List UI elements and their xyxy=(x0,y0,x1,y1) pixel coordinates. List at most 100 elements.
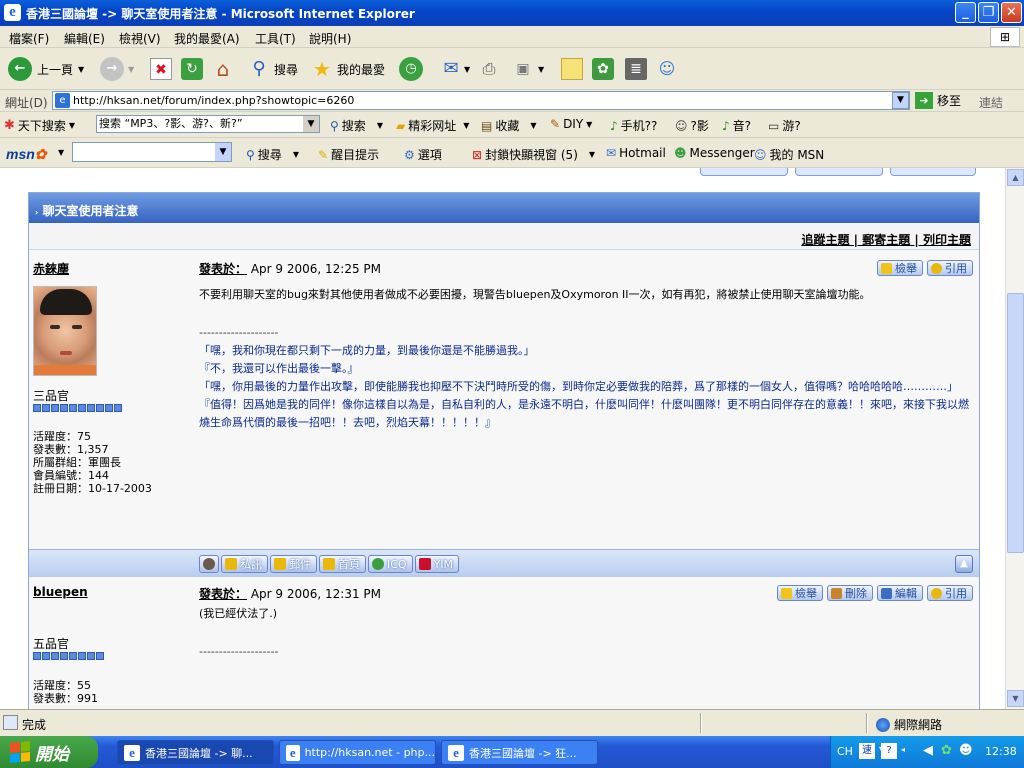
back-to-top-button[interactable]: ▲ xyxy=(955,555,973,573)
toolbar-sites-button[interactable]: ▰ 精彩网址 ▼ xyxy=(396,117,469,134)
taskbar-item[interactable]: e http://hksan.net - php... xyxy=(279,740,436,765)
email-topic-link[interactable]: 郵寄主題 xyxy=(862,233,910,247)
nav-tab[interactable] xyxy=(700,168,788,176)
research-button[interactable]: ≣ xyxy=(625,56,647,82)
print-button[interactable]: ⎙ xyxy=(478,56,500,82)
menu-favorites[interactable]: 我的最愛(A) xyxy=(174,30,240,47)
post-author[interactable]: bluepen xyxy=(33,585,88,599)
email-button[interactable]: 郵件 xyxy=(270,555,317,573)
stop-button[interactable]: ✖ xyxy=(150,56,172,82)
quote-button[interactable]: 引用 xyxy=(927,260,973,276)
taskbar-item-active[interactable]: e 香港三國論壇 -> 聊... xyxy=(117,740,274,765)
chevron-down-icon[interactable]: ▼ xyxy=(530,121,536,130)
search-button[interactable]: ⚲ 搜尋 xyxy=(248,56,298,82)
icq-button[interactable]: ICQ xyxy=(368,555,413,573)
taskbar-item[interactable]: e 香港三國論壇 -> 狂... xyxy=(441,740,598,765)
post-author[interactable]: 赤錸塵 xyxy=(33,260,69,277)
delete-button[interactable]: 刪除 xyxy=(827,585,873,601)
toolbar-search-input[interactable]: 搜索 “MP3、?影、游?、新?” ▼ xyxy=(96,115,320,133)
report-button[interactable]: 檢舉 xyxy=(777,585,823,601)
chevron-down-icon[interactable]: ▼ xyxy=(303,116,319,132)
back-circle-icon[interactable]: ◀ xyxy=(923,743,933,758)
edit-button[interactable]: 編輯 xyxy=(877,585,923,601)
chevron-down-icon[interactable]: ▼ xyxy=(464,65,470,74)
chevron-down-icon[interactable]: ▼ xyxy=(69,121,75,130)
back-button[interactable]: ← 上一頁 ▼ xyxy=(8,56,84,82)
toolbar-search-button[interactable]: ⚲ 搜索 ▼ xyxy=(330,117,383,134)
vertical-scrollbar[interactable]: ▲ ▼ xyxy=(1005,168,1024,709)
options-button[interactable]: ⚙ 選項 xyxy=(404,146,442,163)
chevron-down-icon[interactable]: ▼ xyxy=(78,65,84,74)
forward-button[interactable]: → ▼ xyxy=(100,56,134,82)
home-button[interactable]: ⌂ xyxy=(212,56,234,82)
quote-button[interactable]: 引用 xyxy=(927,585,973,601)
chevron-down-icon[interactable]: ▼ xyxy=(463,121,469,130)
toolbar-phone-button[interactable]: ♪ 手机?? xyxy=(610,117,657,134)
nav-tab[interactable] xyxy=(795,168,883,176)
chevron-down-icon[interactable]: ▼ xyxy=(215,143,231,161)
messenger-link[interactable]: ☻ Messenger xyxy=(674,146,755,160)
tray-expand-icon[interactable]: ◂ xyxy=(901,745,905,754)
toolbar-music-button[interactable]: ♪ 音? xyxy=(722,117,751,134)
scroll-down-button[interactable]: ▼ xyxy=(1007,690,1024,707)
hotmail-button[interactable]: ✉ Hotmail xyxy=(606,146,666,160)
window-title-bar[interactable]: e 香港三國論壇 -> 聊天室使用者注意 - Microsoft Interne… xyxy=(0,0,1024,26)
address-dropdown-button[interactable]: ▼ xyxy=(892,92,909,109)
chevron-down-icon[interactable]: ▼ xyxy=(377,121,383,130)
msn-logo[interactable]: msn✿ xyxy=(6,146,47,163)
start-button[interactable]: 開始 xyxy=(0,736,98,768)
profile-button[interactable] xyxy=(199,555,219,573)
close-button[interactable]: ✕ xyxy=(1001,2,1022,23)
history-button[interactable]: ◷ xyxy=(399,56,423,82)
toolbar-collect-button[interactable]: ▤ 收藏 ▼ xyxy=(481,117,537,134)
messenger-button[interactable]: ☺ xyxy=(656,56,678,82)
report-button[interactable]: 檢舉 xyxy=(877,260,923,276)
language-indicator[interactable]: CH xyxy=(837,745,853,758)
yim-button[interactable]: YIM xyxy=(414,555,460,573)
my-msn-button[interactable]: ☺ 我的 MSN xyxy=(754,146,824,163)
chevron-down-icon[interactable]: ▼ xyxy=(538,65,544,74)
links-button[interactable]: 連結 xyxy=(979,94,1003,111)
track-topic-link[interactable]: 追蹤主題 xyxy=(801,233,849,247)
messenger-tray-icon[interactable]: ☻ xyxy=(959,743,973,758)
icq-button[interactable]: ✿ xyxy=(592,56,614,82)
highlight-button[interactable]: ✎ 醒目提示 xyxy=(318,146,379,163)
favorites-button[interactable]: ★ 我的最愛 xyxy=(311,56,385,82)
help-icon[interactable]: ? xyxy=(881,743,897,759)
scroll-thumb[interactable] xyxy=(1007,293,1024,553)
discuss-button[interactable] xyxy=(561,56,583,82)
toolbar-movie-button[interactable]: ☺ ?影 xyxy=(675,117,709,134)
chevron-down-icon[interactable]: ▼ xyxy=(586,120,592,129)
ime-indicator[interactable]: 速 xyxy=(859,743,875,759)
menu-view[interactable]: 檢視(V) xyxy=(119,30,161,47)
taskbar: 開始 e 香港三國論壇 -> 聊... e http://hksan.net - p… xyxy=(0,736,1024,768)
chevron-down-icon[interactable]: ▼ xyxy=(128,65,134,74)
refresh-button[interactable]: ↻ xyxy=(181,56,203,82)
maximize-button[interactable]: ❐ xyxy=(978,2,999,23)
chevron-down-icon[interactable]: ▼ xyxy=(293,150,299,159)
toolbar-game-button[interactable]: ▭ 游? xyxy=(768,117,801,134)
nav-tab[interactable] xyxy=(890,168,976,176)
menu-edit[interactable]: 編輯(E) xyxy=(64,30,105,47)
edit-button[interactable]: ▣ ▼ xyxy=(512,56,544,82)
menu-tools[interactable]: 工具(T) xyxy=(255,30,296,47)
msn-search-input[interactable]: ▼ xyxy=(72,142,232,162)
mail-button[interactable]: ✉ ▼ xyxy=(440,56,470,82)
chevron-down-icon[interactable]: ▼ xyxy=(589,150,595,159)
chevron-down-icon[interactable]: ▼ xyxy=(58,148,64,157)
icq-tray-icon[interactable]: ✿ xyxy=(941,743,952,758)
go-button[interactable]: ➔ 移至 xyxy=(915,92,961,109)
menu-help[interactable]: 說明(H) xyxy=(309,30,351,47)
menu-file[interactable]: 檔案(F) xyxy=(9,30,49,47)
minimize-button[interactable]: _ xyxy=(955,2,976,23)
tianxia-search-brand[interactable]: ✱ 天下搜索 ▼ xyxy=(4,117,75,134)
popup-blocker-button[interactable]: ⊠ 封鎖快顯視窗 (5) ▼ xyxy=(472,146,595,163)
homepage-button[interactable]: 首頁 xyxy=(319,555,366,573)
pm-button[interactable]: 私訊 xyxy=(221,555,268,573)
print-topic-link[interactable]: 列印主題 xyxy=(923,233,971,247)
music-label: 音? xyxy=(732,119,752,133)
address-input[interactable]: e http://hksan.net/forum/index.php?showt… xyxy=(52,91,910,110)
msn-search-button[interactable]: ⚲ 搜尋 ▼ xyxy=(246,146,299,163)
toolbar-diy-button[interactable]: ✎ DIY ▼ xyxy=(550,117,592,131)
scroll-up-button[interactable]: ▲ xyxy=(1007,169,1024,186)
